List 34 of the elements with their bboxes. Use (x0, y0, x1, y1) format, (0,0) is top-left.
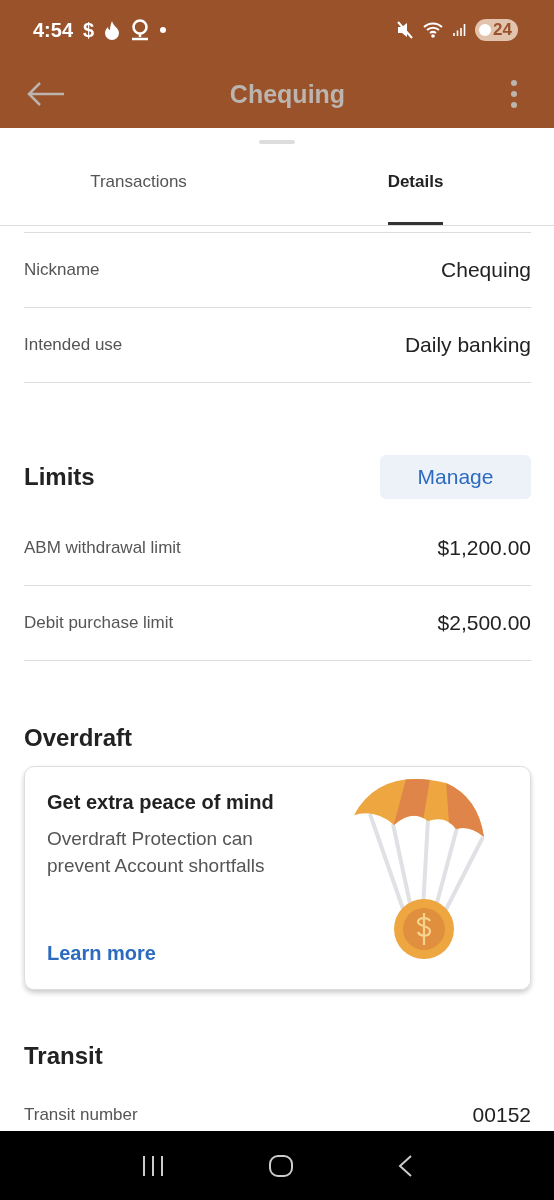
card-text: Overdraft Protection can prevent Account shortfalls (47, 827, 266, 878)
dot-icon (160, 27, 167, 33)
learn-more-link[interactable]: Learn more (47, 942, 156, 965)
tab[interactable]: Transactions (90, 144, 187, 225)
battery-indicator: 24 (475, 19, 518, 41)
section-heading: Limits (24, 463, 95, 491)
field-value: 00152 (472, 1103, 531, 1127)
field-value: Chequing (441, 258, 531, 282)
field-label: Debit purchase limit (24, 613, 174, 633)
location-pin-icon (130, 19, 151, 41)
back-icon[interactable] (396, 1153, 413, 1178)
field-label: ABM withdrawal limit (24, 538, 181, 558)
more-options-icon[interactable] (510, 79, 518, 109)
section-heading: Overdraft (24, 724, 133, 752)
section-heading: Transit (24, 1042, 103, 1070)
notification-symbol: $ (83, 18, 95, 42)
back-arrow-icon[interactable] (27, 81, 65, 107)
field-value: $1,200.00 (437, 536, 531, 560)
card-heading: Get extra peace of mind (47, 791, 275, 814)
home-icon[interactable] (268, 1153, 294, 1178)
field-label: Transit number (24, 1105, 138, 1125)
field-label: Nickname (24, 260, 100, 280)
recent-apps-icon[interactable] (141, 1154, 166, 1177)
clock-time: 4:54 (33, 18, 74, 42)
mute-icon (397, 21, 416, 39)
flame-icon (104, 20, 121, 40)
drag-handle[interactable] (259, 140, 295, 144)
field-value: Daily banking (404, 333, 531, 357)
signal-icon (453, 23, 468, 37)
tab[interactable]: Details (387, 144, 444, 225)
field-value: $2,500.00 (437, 611, 531, 635)
screen-title: Chequing (229, 79, 346, 109)
field-label: Intended use (24, 335, 123, 355)
manage-button[interactable]: Manage (380, 455, 531, 499)
